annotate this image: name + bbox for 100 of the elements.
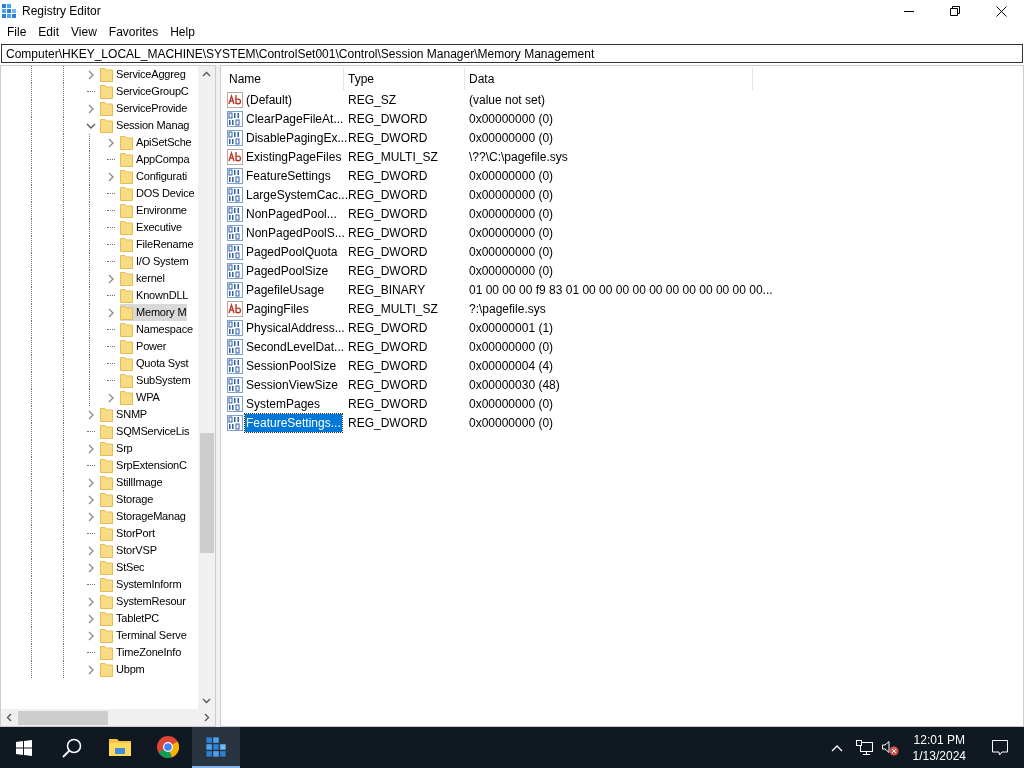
menu-item[interactable]: Help [164, 22, 201, 42]
chevron-right-icon[interactable] [87, 103, 95, 114]
chevron-right-icon[interactable] [87, 664, 95, 675]
chevron-right-icon[interactable] [107, 137, 115, 148]
value-name[interactable]: NonPagedPool... [245, 204, 338, 223]
tree-item[interactable]: Terminal Serve [100, 627, 188, 644]
tree-item[interactable]: I/O System [120, 253, 190, 270]
folder-icon [100, 662, 113, 677]
tree-item[interactable]: SystemInform [100, 576, 183, 593]
value-name[interactable]: SessionViewSize [245, 375, 339, 394]
tree-item[interactable]: Srp [100, 440, 134, 457]
column-header[interactable]: Data [465, 68, 753, 90]
tree-item[interactable]: Memory M [120, 304, 188, 321]
tree-item[interactable]: ApiSetSche [120, 134, 193, 151]
tree-item[interactable]: KnownDLL [120, 287, 190, 304]
tree-item[interactable]: TimeZoneInfo [100, 644, 183, 661]
scrollbar-thumb[interactable] [199, 433, 214, 553]
vertical-scrollbar[interactable] [198, 66, 215, 709]
tree-item[interactable]: TabletPC [100, 610, 161, 627]
value-data: 0x00000001 (1) [468, 319, 554, 337]
column-header[interactable]: Type [344, 68, 465, 90]
tree-item[interactable]: kernel [120, 270, 166, 287]
tree-item[interactable]: StorageManag [100, 508, 187, 525]
chevron-right-icon[interactable] [87, 613, 95, 624]
chevron-down-icon[interactable] [86, 121, 96, 130]
tree-item[interactable]: Namespace [120, 321, 194, 338]
taskbar-app[interactable] [192, 727, 240, 768]
binary-value-icon [227, 376, 243, 393]
value-type: REG_DWORD [347, 357, 429, 375]
tree-item[interactable]: DOS Device [120, 185, 196, 202]
value-name[interactable]: PagedPoolSize [245, 261, 330, 280]
value-name[interactable]: FeatureSettings... [245, 413, 342, 432]
tree-item[interactable]: Quota Syst [120, 355, 190, 372]
scrollbar-thumb[interactable] [18, 710, 108, 725]
menu-item[interactable]: Favorites [102, 22, 165, 42]
value-name[interactable]: (Default) [245, 90, 293, 109]
tree-item[interactable]: StSec [100, 559, 146, 576]
tree-item[interactable]: ServiceAggreg [100, 66, 187, 83]
chevron-right-icon[interactable] [87, 545, 95, 556]
tree-item[interactable]: Ubpm [100, 661, 146, 678]
value-type: REG_MULTI_SZ [347, 300, 439, 318]
chevron-right-icon[interactable] [107, 307, 115, 318]
tree-item[interactable]: WPA [120, 389, 161, 406]
folder-icon [100, 594, 113, 609]
chevron-right-icon[interactable] [87, 562, 95, 573]
clock-time[interactable]: 12:01 PM [913, 731, 965, 748]
value-name[interactable]: SecondLevelDat... [245, 337, 346, 356]
tree-item[interactable]: Environme [120, 202, 188, 219]
tree-item[interactable]: AppCompa [120, 151, 191, 168]
value-name[interactable]: ClearPageFileAt... [245, 109, 345, 128]
value-name[interactable]: LargeSystemCac... [245, 185, 350, 204]
chevron-right-icon[interactable] [87, 477, 95, 488]
value-name[interactable]: PhysicalAddress... [245, 318, 346, 337]
value-name[interactable]: DisablePagingEx... [245, 128, 349, 147]
value-type: REG_SZ [347, 91, 397, 109]
muted-speaker-icon[interactable] [880, 738, 901, 757]
chevron-right-icon[interactable] [107, 392, 115, 403]
tree-item[interactable]: Executive [120, 219, 183, 236]
chevron-right-icon[interactable] [87, 630, 95, 641]
tree-item[interactable]: FileRename [120, 236, 195, 253]
chevron-right-icon[interactable] [87, 409, 95, 420]
column-header[interactable]: Name [225, 68, 344, 90]
clock-date[interactable]: 1/13/2024 [912, 747, 966, 764]
chevron-right-icon[interactable] [107, 171, 115, 182]
chevron-right-icon[interactable] [87, 596, 95, 607]
horizontal-scrollbar[interactable] [1, 709, 215, 726]
network-icon[interactable] [854, 739, 875, 756]
value-name[interactable]: PagedPoolQuota [245, 242, 339, 261]
tree-item[interactable]: SQMServiceLis [100, 423, 191, 440]
value-name[interactable]: ExistingPageFiles [245, 147, 343, 166]
tree-item[interactable]: ServiceGroupC [100, 83, 190, 100]
menu-item[interactable]: File [1, 22, 33, 42]
tree-item[interactable]: SrpExtensionC [100, 457, 188, 474]
tree-item[interactable]: SystemResour [100, 593, 187, 610]
address-bar[interactable]: Computer\HKEY_LOCAL_MACHINE\SYSTEM\ControlSet001\Control\Session Manager\Memory Management [1, 44, 1023, 63]
value-name[interactable]: SessionPoolSize [245, 356, 338, 375]
chevron-right-icon[interactable] [87, 443, 95, 454]
value-name[interactable]: PagefileUsage [245, 280, 326, 299]
tree-item[interactable]: StillImage [100, 474, 164, 491]
chevron-right-icon[interactable] [87, 494, 95, 505]
tree-item[interactable]: Configurati [120, 168, 188, 185]
chevron-right-icon[interactable] [87, 69, 95, 80]
tree-item[interactable]: StorPort [100, 525, 156, 542]
menu-item[interactable]: View [65, 22, 103, 42]
value-name[interactable]: SystemPages [245, 394, 322, 413]
menu-item[interactable]: Edit [32, 22, 66, 42]
tree-item[interactable]: StorVSP [100, 542, 158, 559]
tree-item[interactable]: Session Manag [100, 117, 191, 134]
tree-item[interactable]: SNMP [100, 406, 148, 423]
binary-value-icon [227, 395, 243, 412]
tree-item[interactable]: Power [120, 338, 168, 355]
tree-item[interactable]: SubSystem [120, 372, 192, 389]
value-name[interactable]: FeatureSettings [245, 166, 332, 185]
chevron-right-icon[interactable] [87, 511, 95, 522]
tree-item[interactable]: Storage [100, 491, 155, 508]
value-name[interactable]: NonPagedPoolS... [245, 223, 346, 242]
tree-item[interactable]: ServiceProvide [100, 100, 189, 117]
chevron-right-icon[interactable] [107, 273, 115, 284]
value-name[interactable]: PagingFiles [245, 299, 310, 318]
folder-icon [100, 509, 113, 524]
